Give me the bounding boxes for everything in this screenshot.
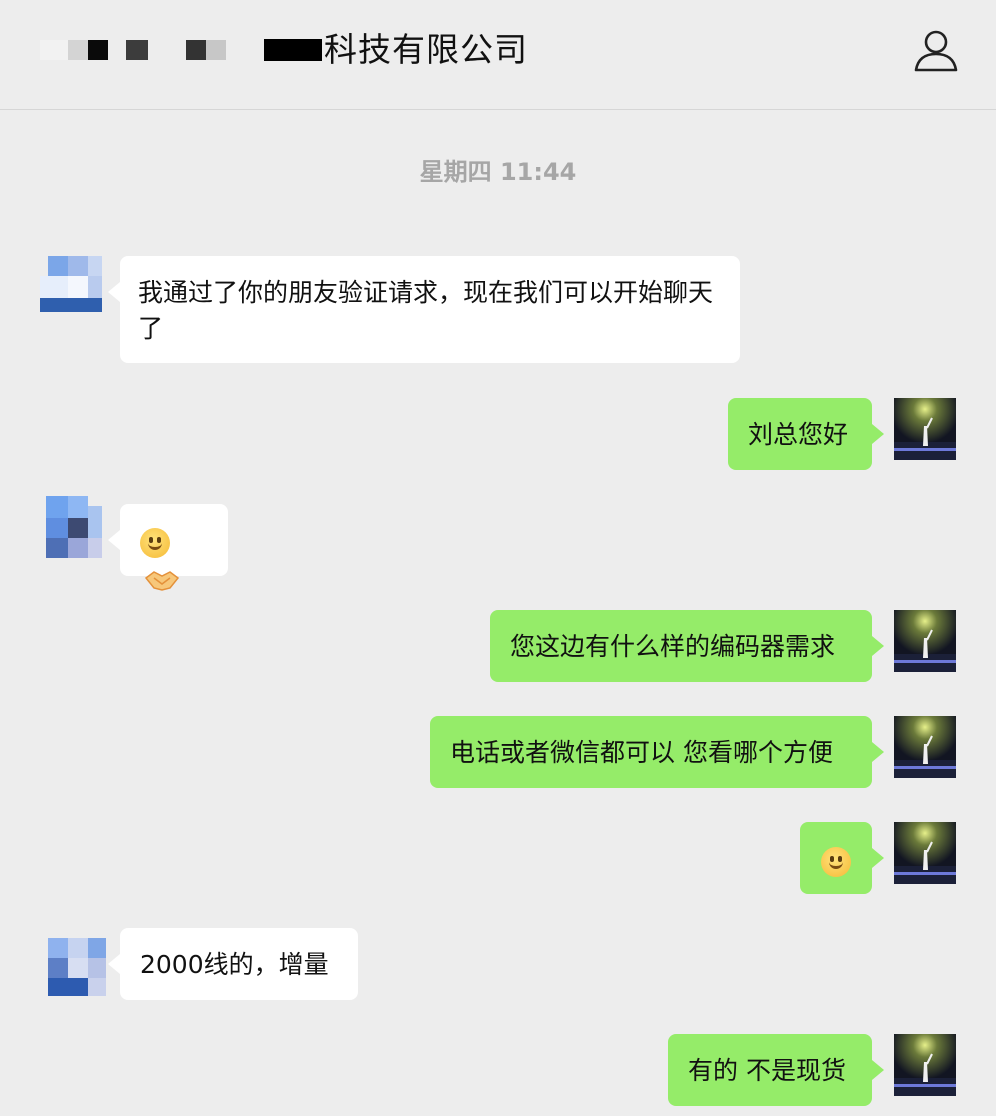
chat-title: 科技有限公司 [40, 28, 528, 72]
message-bubble-outgoing[interactable]: 有的 不是现货 [668, 1034, 884, 1106]
redacted-name-block [126, 40, 148, 60]
person-icon [914, 30, 958, 72]
message-text: 我通过了你的朋友验证请求，现在我们可以开始聊天了 [138, 278, 714, 343]
self-avatar[interactable] [894, 822, 956, 884]
redacted-gap [148, 40, 186, 60]
message-text: 刘总您好 [748, 420, 849, 449]
contact-avatar[interactable] [46, 936, 108, 998]
redacted-name-block [68, 40, 88, 60]
self-avatar[interactable] [894, 716, 956, 778]
chat-title-text: 科技有限公司 [324, 30, 528, 69]
blushing-face-emoji [821, 847, 851, 877]
contact-avatar[interactable] [40, 254, 102, 316]
emoji-mouth [148, 542, 162, 550]
self-avatar[interactable] [894, 1034, 956, 1096]
stage-spotlight-avatar-image [894, 610, 956, 672]
redacted-name-block [264, 39, 322, 61]
message-bubble-outgoing[interactable]: 您这边有什么样的编码器需求 [490, 610, 884, 682]
message-bubble-incoming[interactable]: 我通过了你的朋友验证请求，现在我们可以开始聊天了 [108, 256, 740, 363]
message-text: 您这边有什么样的编码器需求 [510, 632, 836, 661]
pixelated-avatar-image [46, 936, 108, 998]
redacted-name-block [186, 40, 206, 60]
message-text: 电话或者微信都可以 您看哪个方便 [450, 738, 833, 767]
message-text: 有的 不是现货 [688, 1056, 846, 1085]
emoji-mouth [829, 861, 843, 869]
stage-spotlight-avatar-image [894, 1034, 956, 1096]
contact-avatar[interactable] [40, 496, 102, 558]
message-bubble-incoming[interactable]: 2000线的，增量 [108, 928, 358, 1000]
message-bubble-outgoing[interactable] [800, 822, 884, 894]
chat-header: 科技有限公司 [0, 0, 996, 110]
message-bubble-incoming[interactable] [108, 504, 228, 591]
message-timestamp: 星期四 11:44 [419, 158, 577, 186]
stage-spotlight-avatar-image [894, 398, 956, 460]
profile-button[interactable] [912, 28, 960, 74]
handshake-emoji [144, 571, 180, 591]
self-avatar[interactable] [894, 610, 956, 672]
stage-spotlight-avatar-image [894, 716, 956, 778]
redacted-name-block [40, 40, 68, 60]
pixelated-avatar-image [40, 496, 102, 558]
smiling-face-emoji [140, 528, 170, 558]
message-bubble-outgoing[interactable]: 刘总您好 [728, 398, 884, 470]
redacted-gap [226, 40, 264, 60]
message-text: 2000线的，增量 [140, 950, 329, 979]
message-bubble-outgoing[interactable]: 电话或者微信都可以 您看哪个方便 [430, 716, 884, 788]
redacted-gap [108, 40, 126, 60]
redacted-name-block [88, 40, 108, 60]
pixelated-avatar-image [40, 254, 102, 316]
self-avatar[interactable] [894, 398, 956, 460]
stage-spotlight-avatar-image [894, 822, 956, 884]
redacted-name-block [206, 40, 226, 60]
